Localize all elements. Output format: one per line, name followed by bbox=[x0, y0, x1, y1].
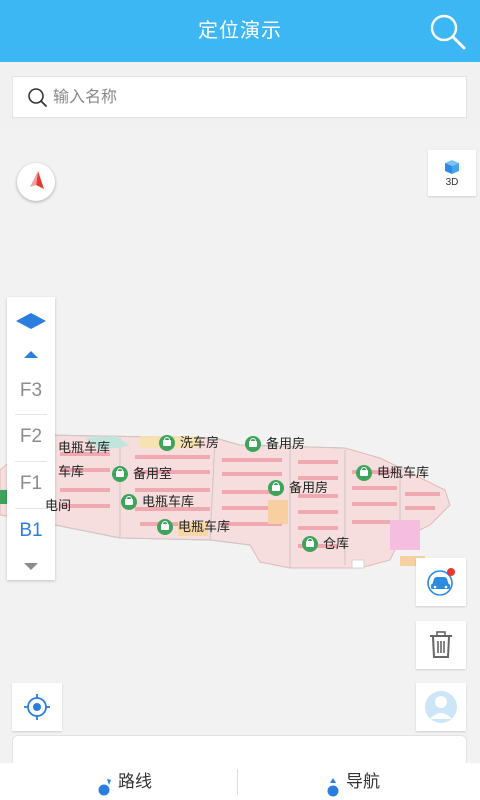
poi-marker[interactable]: 洗车房 bbox=[159, 434, 219, 452]
avatar-icon bbox=[425, 691, 457, 723]
avatar-button[interactable] bbox=[416, 683, 466, 731]
search-icon[interactable] bbox=[428, 12, 468, 52]
floor-f2[interactable]: F2 bbox=[7, 414, 55, 460]
navigate-label: 导航 bbox=[346, 772, 380, 791]
floor-down-arrow-icon[interactable] bbox=[24, 563, 38, 570]
search-bar-area bbox=[0, 62, 480, 128]
layers-icon[interactable] bbox=[15, 311, 47, 331]
lock-pin-icon bbox=[157, 519, 173, 535]
poi-label[interactable]: 电间 bbox=[45, 497, 71, 515]
compass-icon[interactable] bbox=[17, 163, 55, 201]
poi-marker[interactable]: 电瓶车库 bbox=[121, 493, 194, 511]
indoor-map[interactable]: 3D F3 F2 F1 B1 电瓶车库 洗车房 备用房 车库 备用室 电瓶车库 … bbox=[0, 128, 480, 800]
floor-up-arrow-icon[interactable] bbox=[24, 351, 38, 358]
lock-pin-icon bbox=[356, 465, 372, 481]
view-3d-label: 3D bbox=[445, 177, 459, 188]
top-app-bar: 定位演示 bbox=[0, 0, 480, 62]
search-input[interactable] bbox=[53, 83, 453, 113]
lock-pin-icon bbox=[302, 536, 318, 552]
lock-pin-icon bbox=[159, 435, 175, 451]
crosshair-icon bbox=[24, 694, 50, 720]
floor-switcher: F3 F2 F1 B1 bbox=[7, 297, 55, 580]
poi-marker[interactable]: 备用房 bbox=[245, 435, 305, 453]
lock-pin-icon bbox=[112, 466, 128, 482]
lock-pin-icon bbox=[121, 494, 137, 510]
bottom-divider bbox=[237, 769, 238, 795]
floor-f3[interactable]: F3 bbox=[7, 368, 55, 414]
cube-icon bbox=[445, 160, 459, 174]
page-title: 定位演示 bbox=[198, 20, 282, 42]
view-3d-button[interactable]: 3D bbox=[428, 150, 476, 196]
car-icon bbox=[427, 568, 455, 596]
poi-marker[interactable]: 备用室 bbox=[112, 465, 172, 483]
poi-marker[interactable]: 电瓶车库 bbox=[356, 464, 429, 482]
navigate-button[interactable]: 导航 bbox=[326, 763, 380, 800]
poi-marker[interactable]: 电瓶车库 bbox=[157, 518, 230, 536]
trash-button[interactable] bbox=[416, 621, 466, 669]
search-box[interactable] bbox=[12, 76, 467, 118]
bottom-action-bar: 路线 导航 bbox=[0, 763, 480, 800]
trash-icon bbox=[430, 631, 452, 658]
search-icon bbox=[27, 87, 49, 109]
car-button[interactable] bbox=[416, 558, 466, 606]
poi-label[interactable]: 车库 bbox=[58, 463, 84, 481]
route-label: 路线 bbox=[118, 772, 152, 791]
poi-marker[interactable]: 备用房 bbox=[268, 479, 328, 497]
route-pin-icon bbox=[98, 773, 112, 796]
lock-pin-icon bbox=[268, 480, 284, 496]
poi-label[interactable]: 电瓶车库 bbox=[58, 439, 110, 457]
poi-marker[interactable]: 仓库 bbox=[302, 535, 349, 553]
navigation-pin-icon bbox=[326, 773, 340, 797]
route-button[interactable]: 路线 bbox=[98, 763, 152, 800]
locate-button[interactable] bbox=[12, 683, 62, 731]
lock-pin-icon bbox=[245, 436, 261, 452]
